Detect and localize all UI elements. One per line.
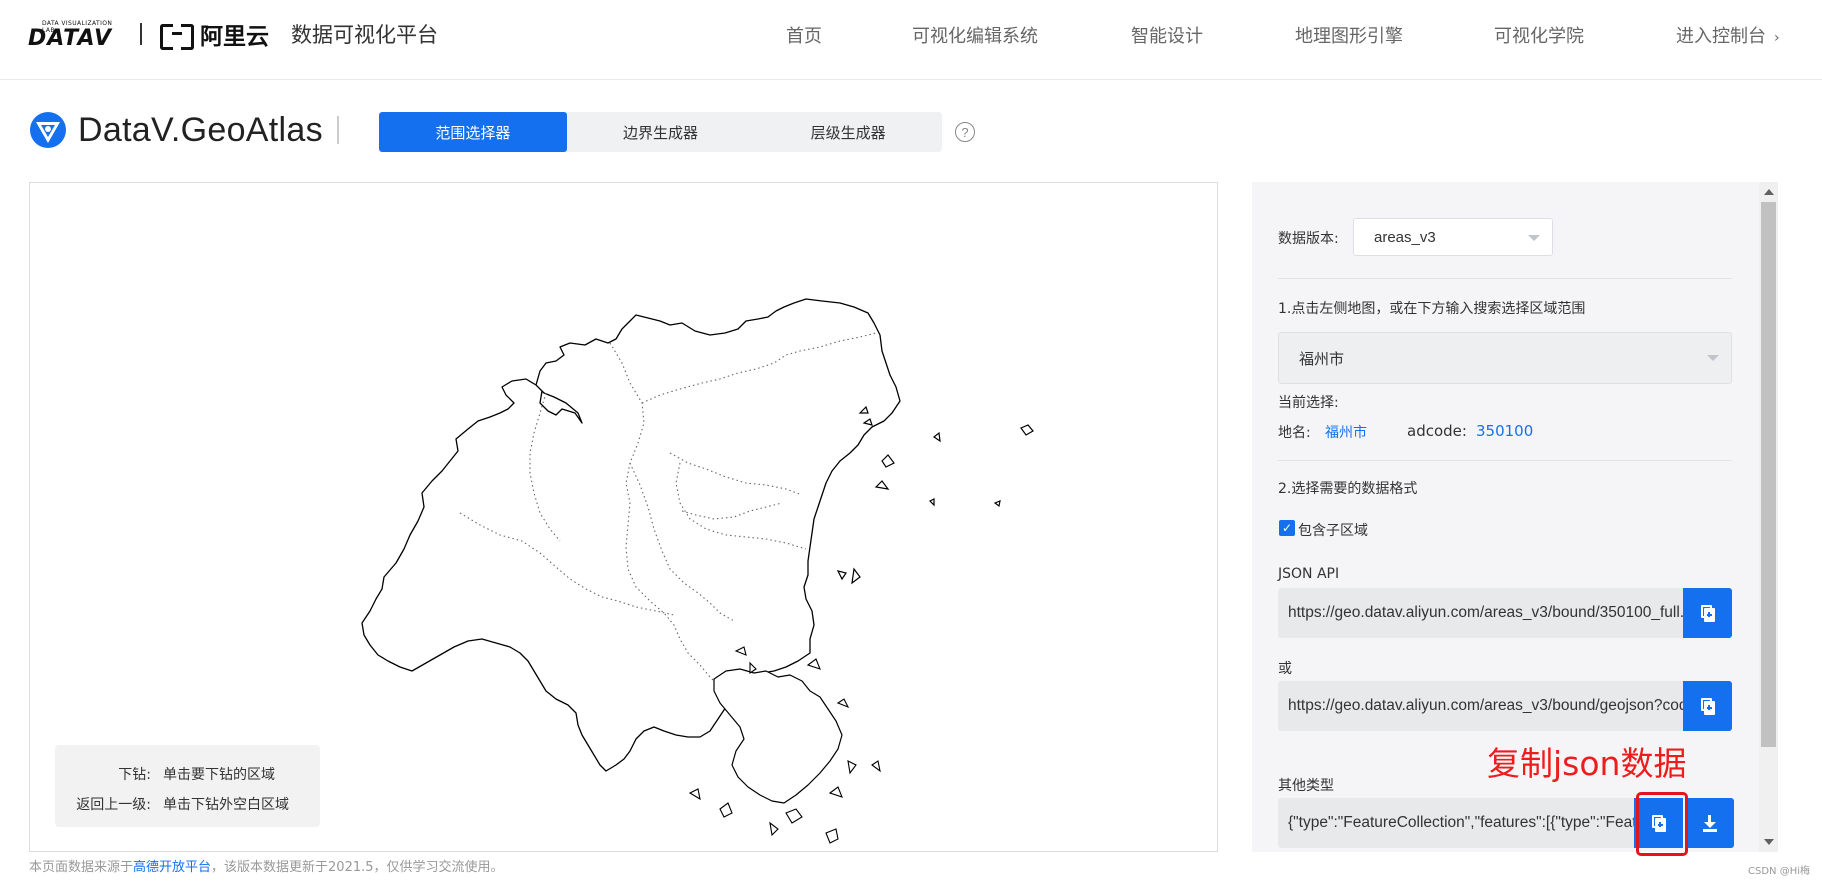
json-api-url-field[interactable]: https://geo.datav.aliyun.com/areas_v3/bo… <box>1278 588 1683 638</box>
step1-instruction: 1.点击左侧地图，或在下方输入搜索选择区域范围 <box>1278 301 1586 317</box>
map-legend: 下钻: 单击要下钻的区域 返回上一级: 单击下钻外空白区域 <box>55 745 320 827</box>
chevron-down-icon <box>1707 355 1719 361</box>
include-children-label[interactable]: 包含子区域 <box>1298 520 1368 540</box>
tab-boundary-generator[interactable]: 边界生成器 <box>567 112 755 152</box>
southern-islands <box>713 668 843 804</box>
geojson-url-field[interactable]: https://geo.datav.aliyun.com/areas_v3/bo… <box>1278 681 1683 731</box>
region-select-value: 福州市 <box>1299 350 1345 368</box>
tab-range-selector[interactable]: 范围选择器 <box>379 112 567 152</box>
legend-key: 返回上一级: <box>76 797 151 813</box>
watermark: CSDN @Hi梅 <box>1748 866 1810 877</box>
other-types-label: 其他类型 <box>1278 778 1334 794</box>
include-children-checkbox[interactable]: ✓ <box>1279 520 1295 536</box>
divider <box>1278 460 1732 461</box>
islands <box>836 405 1034 585</box>
legend-row-back: 返回上一级: 单击下钻外空白区域 <box>55 789 320 819</box>
console-label: 进入控制台 <box>1676 26 1766 47</box>
copy-icon <box>1700 604 1715 622</box>
json-api-label: JSON API <box>1278 566 1340 582</box>
brand-divider <box>140 23 142 45</box>
aliyun-wordmark: 阿里云 <box>200 24 269 50</box>
annotation-highlight-box <box>1636 792 1688 856</box>
aliyun-mark-icon <box>160 24 194 50</box>
scroll-down-icon[interactable] <box>1764 839 1774 845</box>
tab-level-generator[interactable]: 层级生成器 <box>754 112 942 152</box>
divider <box>1278 278 1732 279</box>
scroll-up-icon[interactable] <box>1764 189 1774 195</box>
datav-logo[interactable]: DATA VISUALIZATION LAB DATAV <box>28 17 124 51</box>
aliyun-logo[interactable]: 阿里云 <box>160 17 269 51</box>
chevron-down-icon <box>1528 235 1540 241</box>
menu-item-smart-design[interactable]: 智能设计 <box>1131 22 1203 48</box>
menu-item-console[interactable]: 进入控制台 › <box>1676 22 1780 48</box>
top-navigation: DATA VISUALIZATION LAB DATAV 阿里云 数据可视化平台… <box>0 0 1822 80</box>
product-divider <box>336 116 339 144</box>
menu-item-academy[interactable]: 可视化学院 <box>1494 22 1584 48</box>
version-label: 数据版本: <box>1278 231 1339 247</box>
copy-icon <box>1700 697 1715 715</box>
chevron-right-icon: › <box>1774 30 1780 46</box>
geojson-preview-field[interactable]: {"type":"FeatureCollection","features":[… <box>1278 798 1638 848</box>
step2-instruction: 2.选择需要的数据格式 <box>1278 481 1418 497</box>
footer-prefix: 本页面数据来源于 <box>29 860 134 875</box>
map-panel[interactable]: 下钻: 单击要下钻的区域 返回上一级: 单击下钻外空白区域 <box>29 182 1218 852</box>
scroll-thumb[interactable] <box>1761 202 1776 747</box>
geoatlas-icon <box>30 112 66 148</box>
version-value: areas_v3 <box>1374 228 1436 246</box>
adcode-label: adcode: <box>1407 422 1467 440</box>
version-select[interactable]: areas_v3 <box>1353 218 1553 256</box>
legend-row-drilldown: 下钻: 单击要下钻的区域 <box>55 759 320 789</box>
download-json-button[interactable] <box>1685 798 1734 848</box>
menu-item-home[interactable]: 首页 <box>786 22 822 48</box>
download-icon <box>1702 815 1717 832</box>
platform-name: 数据可视化平台 <box>291 23 438 47</box>
panel-scrollbar[interactable] <box>1759 182 1778 852</box>
copy-url2-button[interactable] <box>1683 681 1732 731</box>
current-selection-label: 当前选择: <box>1278 395 1339 411</box>
help-icon[interactable]: ? <box>955 122 975 142</box>
legend-value: 单击要下钻的区域 <box>163 767 275 783</box>
region-search-select[interactable]: 福州市 <box>1278 332 1732 384</box>
copy-url1-button[interactable] <box>1683 588 1732 638</box>
geoatlas-logo[interactable]: DataV.GeoAtlas <box>28 110 339 150</box>
amap-link[interactable]: 高德开放平台 <box>133 860 211 875</box>
place-name-label: 地名: <box>1278 425 1311 441</box>
or-label: 或 <box>1278 661 1292 677</box>
product-name: DataV.GeoAtlas <box>78 110 323 149</box>
tool-tabs: 范围选择器 边界生成器 层级生成器 <box>379 112 942 152</box>
annotation-label: 复制json数据 <box>1487 744 1687 783</box>
legend-value: 单击下钻外空白区域 <box>163 797 289 813</box>
data-source-note: 本页面数据来源于高德开放平台，该版本数据更新于2021.5，仅供学习交流使用。 <box>29 856 504 875</box>
legend-key: 下钻: <box>118 767 151 783</box>
menu-item-editor[interactable]: 可视化编辑系统 <box>912 22 1038 48</box>
place-name-value[interactable]: 福州市 <box>1325 422 1367 442</box>
brand-logos[interactable]: DATA VISUALIZATION LAB DATAV 阿里云 数据可视化平台 <box>28 14 438 54</box>
adcode-value[interactable]: 350100 <box>1476 422 1533 440</box>
datav-wordmark: DATAV <box>28 26 113 51</box>
menu-item-geo-engine[interactable]: 地理图形引擎 <box>1295 22 1403 48</box>
footer-suffix: ，该版本数据更新于2021.5，仅供学习交流使用。 <box>211 860 504 875</box>
